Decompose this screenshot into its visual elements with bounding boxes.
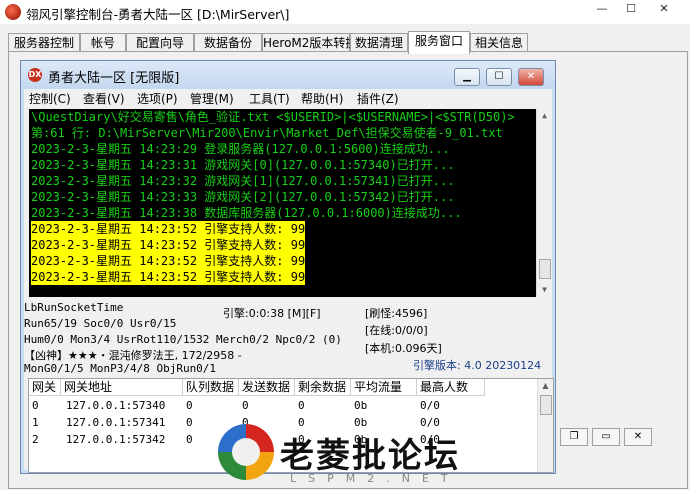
- cell-address: 127.0.0.1:57340: [66, 399, 166, 412]
- tab-data-cleanup[interactable]: 数据清理: [350, 33, 408, 53]
- mon-stats: MonG0/1/5 MonP3/4/8 ObjRun0/1: [24, 362, 217, 375]
- column-header[interactable]: 队列数据: [183, 379, 239, 396]
- log-line-highlighted: 2023-2-3-星期五 14:23:52 引擎支持人数: 99: [31, 269, 306, 285]
- table-scroll-thumb[interactable]: [540, 395, 552, 415]
- menu-view[interactable]: 查看(V): [83, 90, 125, 107]
- bg-close-button[interactable]: ✕: [624, 428, 652, 446]
- bg-maximize-button[interactable]: ▭: [592, 428, 620, 446]
- tab-config-wizard[interactable]: 配置向导: [126, 33, 194, 53]
- column-header[interactable]: 剩余数据: [295, 379, 351, 396]
- cell-address: 127.0.0.1:57341: [66, 416, 166, 429]
- maximize-button[interactable]: ☐: [617, 0, 645, 18]
- bg-restore-button[interactable]: ❐: [560, 428, 588, 446]
- log-line-highlighted: 2023-2-3-星期五 14:23:52 引擎支持人数: 99: [31, 221, 306, 237]
- menu-tools[interactable]: 工具(T): [249, 90, 290, 107]
- child-maximize-button[interactable]: ☐: [486, 68, 512, 86]
- hum-stats: Hum0/0 Mon3/4 UsrRot110/1532 Merch0/2 Np…: [24, 333, 342, 346]
- log-line-highlighted: 2023-2-3-星期五 14:23:52 引擎支持人数: 99: [31, 253, 306, 269]
- table-scrollbar[interactable]: ▲: [537, 379, 553, 472]
- online-count: [在线:0/0/0]: [365, 324, 428, 337]
- close-button[interactable]: ✕: [650, 0, 678, 18]
- child-title-bar: DX 勇者大陆一区 [无限版] ▁ ☐ ✕: [21, 61, 555, 89]
- cell-queue: 0: [186, 433, 193, 446]
- column-header[interactable]: 网关: [29, 379, 61, 396]
- watermark-subtext: LSPM2.NET: [290, 472, 460, 485]
- boss-status: 【凶神】★★★・混沌修罗法王, 172/2958 -: [24, 349, 242, 362]
- menu-options[interactable]: 选项(P): [137, 90, 178, 107]
- cell-remaining: 0: [298, 399, 305, 412]
- dx-icon: DX: [28, 68, 42, 82]
- column-header[interactable]: 最高人数: [417, 379, 485, 396]
- tab-related-info[interactable]: 相关信息: [470, 33, 528, 53]
- column-header[interactable]: 网关地址: [61, 379, 183, 396]
- console-scroll-thumb[interactable]: [539, 259, 551, 279]
- child-minimize-button[interactable]: ▁: [454, 68, 480, 86]
- log-line-highlighted: 2023-2-3-星期五 14:23:52 引擎支持人数: 99: [31, 237, 306, 253]
- minimize-button[interactable]: —: [588, 0, 616, 18]
- cell-max-users: 0/0: [420, 399, 440, 412]
- engine-logo-icon: [5, 4, 21, 20]
- cell-sent: 0: [242, 399, 249, 412]
- cell-avg-traffic: 0b: [354, 399, 368, 412]
- window-title: 翎风引擎控制台-勇者大陆一区 [D:\MirServer\]: [26, 7, 290, 22]
- menu-plugins[interactable]: 插件(Z): [357, 90, 399, 107]
- cell-queue: 0: [186, 399, 193, 412]
- child-close-button[interactable]: ✕: [518, 68, 544, 86]
- cell-address: 127.0.0.1:57342: [66, 433, 166, 446]
- forum-logo-icon: [218, 424, 274, 480]
- cell-gateway: 1: [32, 416, 39, 429]
- log-line: \QuestDiary\好交易寄售\角色_验证.txt <$USERID>|<$…: [31, 110, 515, 124]
- tab-herom2-convert[interactable]: HeroM2版本转换: [262, 33, 357, 53]
- server-child-window: DX 勇者大陆一区 [无限版] ▁ ☐ ✕ 控制(C) 查看(V) 选项(P) …: [20, 60, 556, 474]
- table-scroll-up-icon[interactable]: ▲: [538, 379, 553, 393]
- scroll-up-icon[interactable]: ▲: [537, 109, 552, 123]
- engine-uptime: 引擎:0:0:38 [M][F]: [223, 307, 321, 320]
- menu-bar: 控制(C) 查看(V) 选项(P) 管理(M) 工具(T) 帮助(H) 插件(Z…: [27, 89, 547, 107]
- run-socket-time: LbRunSocketTime: [24, 301, 124, 314]
- local-uptime: [本机:0.096天]: [365, 342, 442, 355]
- table-row[interactable]: 0 127.0.0.1:57340 0 0 0 0b 0/0: [29, 397, 537, 414]
- tab-service-window[interactable]: 服务窗口: [408, 31, 470, 54]
- cell-queue: 0: [186, 416, 193, 429]
- title-bar: 翎风引擎控制台-勇者大陆一区 [D:\MirServer\] — ☐ ✕: [0, 0, 690, 24]
- log-line: 2023-2-3-星期五 14:23:31 游戏网关[0](127.0.0.1:…: [31, 158, 455, 172]
- tab-server-control[interactable]: 服务器控制: [8, 33, 80, 53]
- scroll-down-icon[interactable]: ▼: [537, 283, 552, 297]
- cell-gateway: 2: [32, 433, 39, 446]
- engine-version: 引擎版本: 4.0 20230124: [413, 359, 542, 372]
- watermark-text: 老菱批论坛: [280, 436, 460, 476]
- menu-control[interactable]: 控制(C): [29, 90, 71, 107]
- log-line: 2023-2-3-星期五 14:23:38 数据库服务器(127.0.0.1:6…: [31, 206, 462, 220]
- run-stats: Run65/19 Soc0/0 Usr0/15: [24, 317, 177, 330]
- tab-data-backup[interactable]: 数据备份: [194, 33, 262, 53]
- column-header[interactable]: 平均流量: [351, 379, 417, 396]
- log-line: 2023-2-3-星期五 14:23:29 登录服务器(127.0.0.1:56…: [31, 142, 450, 156]
- log-line: 2023-2-3-星期五 14:23:32 游戏网关[1](127.0.0.1:…: [31, 174, 455, 188]
- monster-refresh-count: [刷怪:4596]: [365, 307, 428, 320]
- column-header[interactable]: 发送数据: [239, 379, 295, 396]
- log-line: 2023-2-3-星期五 14:23:33 游戏网关[2](127.0.0.1:…: [31, 190, 455, 204]
- log-line: 第:61 行: D:\MirServer\Mir200\Envir\Market…: [31, 126, 503, 140]
- menu-manage[interactable]: 管理(M): [190, 90, 234, 107]
- log-console[interactable]: \QuestDiary\好交易寄售\角色_验证.txt <$USERID>|<$…: [29, 109, 552, 297]
- tab-bar: 服务器控制 帐号 配置向导 数据备份 HeroM2版本转换 数据清理 服务窗口 …: [8, 31, 688, 54]
- tab-account[interactable]: 帐号: [80, 33, 126, 53]
- menu-help[interactable]: 帮助(H): [301, 90, 343, 107]
- console-scrollbar[interactable]: ▲ ▼: [536, 109, 552, 297]
- child-window-title: 勇者大陆一区 [无限版]: [48, 71, 180, 86]
- cell-gateway: 0: [32, 399, 39, 412]
